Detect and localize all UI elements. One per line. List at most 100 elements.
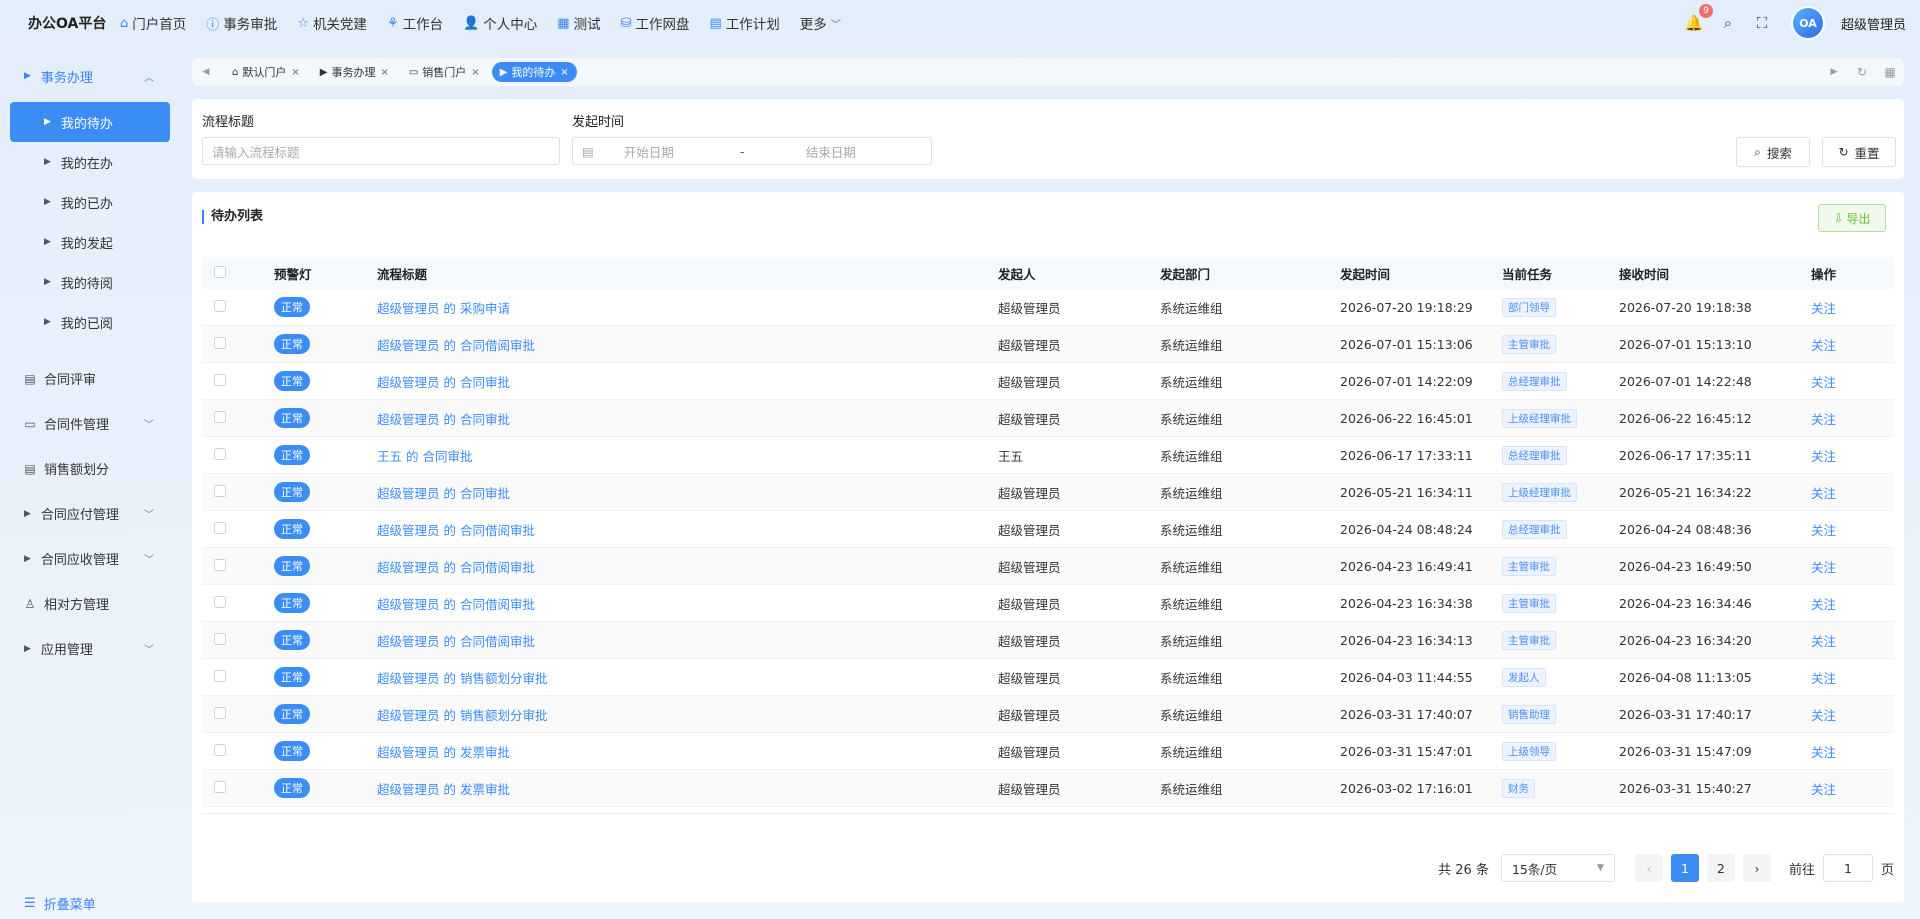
process-title-link[interactable]: 超级管理员 的 销售额划分审批 bbox=[377, 668, 998, 687]
sidebar-subitem[interactable]: ▶ 我的已阅 bbox=[0, 302, 180, 342]
process-title-link[interactable]: 超级管理员 的 合同审批 bbox=[377, 372, 998, 391]
table-row[interactable]: 正常 王五 的 合同审批 王五 系统运维组 2026-06-17 17:33:11 总经理… bbox=[202, 437, 1894, 474]
table-row[interactable]: 正常 超级管理员 的 销售额划分审批 超级管理员 系统运维组 2026-04-03 11… bbox=[202, 659, 1894, 696]
app-brand[interactable]: 办公OA平台 bbox=[28, 13, 120, 33]
process-title-link[interactable]: 超级管理员 的 合同借阅审批 bbox=[377, 557, 998, 576]
row-checkbox[interactable] bbox=[202, 373, 274, 389]
table-row[interactable]: 正常 超级管理员 的 合同审批 超级管理员 系统运维组 2026-05-21 16:34… bbox=[202, 474, 1894, 511]
goto-page-input[interactable]: 1 bbox=[1822, 854, 1873, 882]
table-row[interactable]: 正常 超级管理员 的 合同借阅审批 超级管理员 系统运维组 2026-04-23 16:… bbox=[202, 622, 1894, 659]
row-checkbox[interactable] bbox=[202, 706, 274, 722]
sidebar-subitem[interactable]: ▶ 我的在办 bbox=[0, 142, 180, 182]
process-title-link[interactable]: 王五 的 合同审批 bbox=[377, 446, 998, 465]
follow-link[interactable]: 关注 bbox=[1811, 483, 1871, 502]
date-range-picker[interactable]: ▤ 开始日期 - 结束日期 bbox=[572, 137, 932, 165]
process-title-link[interactable]: 超级管理员 的 采购申请 bbox=[377, 298, 998, 317]
sidebar-item[interactable]: ♙ 相对方管理 bbox=[0, 581, 180, 626]
table-row[interactable]: 正常 超级管理员 的 合同借阅审批 超级管理员 系统运维组 2026-04-24 08:… bbox=[202, 511, 1894, 548]
table-row[interactable]: 正常 超级管理员 的 销售额划分审批 超级管理员 系统运维组 2026-03-31 17… bbox=[202, 696, 1894, 733]
follow-link[interactable]: 关注 bbox=[1811, 335, 1871, 354]
process-title-link[interactable]: 超级管理员 的 发票审批 bbox=[377, 742, 998, 761]
follow-link[interactable]: 关注 bbox=[1811, 520, 1871, 539]
table-row[interactable]: 正常超级管理员 的 销售额划分审批超级管理员系统运维组关注 bbox=[202, 807, 1894, 813]
collapse-menu-button[interactable]: ☰ 折叠菜单 bbox=[24, 894, 96, 913]
topnav-item[interactable]: ⓘ 事务审批 bbox=[206, 13, 277, 33]
search-icon[interactable]: ⌕ bbox=[1717, 12, 1739, 34]
follow-link[interactable]: 关注 bbox=[1811, 779, 1871, 798]
close-icon[interactable]: × bbox=[380, 67, 388, 78]
bell-icon[interactable]: 🔔 9 bbox=[1683, 4, 1713, 34]
sidebar-item[interactable]: ▤ 合同评审 bbox=[0, 356, 180, 401]
row-checkbox[interactable] bbox=[202, 484, 274, 500]
table-row[interactable]: 正常 超级管理员 的 合同借阅审批 超级管理员 系统运维组 2026-04-23 16:… bbox=[202, 548, 1894, 585]
process-title-link[interactable]: 超级管理员 的 合同借阅审批 bbox=[377, 594, 998, 613]
topnav-item[interactable]: ⛁ 工作网盘 bbox=[621, 13, 690, 34]
sidebar-subitem[interactable]: ▶ 我的已办 bbox=[0, 182, 180, 222]
sidebar-subitem[interactable]: ▶ 我的待办 bbox=[10, 102, 170, 142]
grid-icon[interactable]: ▦ bbox=[1876, 58, 1904, 86]
tab-scroll-left-icon[interactable]: ◀ bbox=[192, 58, 220, 86]
row-checkbox[interactable] bbox=[202, 780, 274, 796]
follow-link[interactable]: 关注 bbox=[1811, 409, 1871, 428]
topnav-item[interactable]: 更多 ﹀ bbox=[800, 13, 841, 33]
sidebar-item[interactable]: ▤ 销售额划分 bbox=[0, 446, 180, 491]
prev-page-button[interactable]: ‹ bbox=[1634, 854, 1663, 882]
table-row[interactable]: 正常 超级管理员 的 合同借阅审批 超级管理员 系统运维组 2026-07-01 15:… bbox=[202, 326, 1894, 363]
tab-2[interactable]: ▶ 事务办理 × bbox=[312, 62, 397, 82]
row-checkbox[interactable] bbox=[202, 299, 274, 315]
table-row[interactable]: 正常 超级管理员 的 合同借阅审批 超级管理员 系统运维组 2026-04-23 16:… bbox=[202, 585, 1894, 622]
topnav-item[interactable]: ⚘ 工作台 bbox=[387, 13, 443, 34]
topnav-item[interactable]: ⌂ 门户首页 bbox=[120, 13, 186, 34]
process-title-link[interactable]: 超级管理员 的 合同审批 bbox=[377, 409, 998, 428]
topnav-item[interactable]: 👤 个人中心 bbox=[463, 13, 537, 34]
sidebar-item[interactable]: ▶ 合同应付管理 ﹀ bbox=[0, 491, 180, 536]
process-title-link[interactable]: 超级管理员 的 合同借阅审批 bbox=[377, 335, 998, 354]
topnav-item[interactable]: ☆ 机关党建 bbox=[297, 13, 367, 34]
follow-link[interactable]: 关注 bbox=[1811, 372, 1871, 391]
row-checkbox[interactable] bbox=[202, 595, 274, 611]
follow-link[interactable]: 关注 bbox=[1811, 594, 1871, 613]
reset-button[interactable]: ↻ 重置 bbox=[1822, 137, 1896, 167]
row-checkbox[interactable] bbox=[202, 558, 274, 574]
process-title-link[interactable]: 超级管理员 的 合同借阅审批 bbox=[377, 631, 998, 650]
sidebar-item[interactable]: ▭ 合同件管理 ﹀ bbox=[0, 401, 180, 446]
select-all-checkbox[interactable] bbox=[202, 265, 274, 281]
sidebar-group-affairs[interactable]: ▶ 事务办理 ︿ bbox=[0, 56, 180, 96]
table-row[interactable]: 正常 超级管理员 的 合同审批 超级管理员 系统运维组 2026-07-01 14:22… bbox=[202, 363, 1894, 400]
table-body[interactable]: 正常 超级管理员 的 采购申请 超级管理员 系统运维组 2026-07-20 19:18… bbox=[202, 289, 1894, 814]
topnav-item[interactable]: ▦ 测试 bbox=[557, 13, 600, 34]
sidebar-subitem[interactable]: ▶ 我的待阅 bbox=[0, 262, 180, 302]
export-button[interactable]: ⇩ 导出 bbox=[1818, 204, 1886, 232]
avatar[interactable]: OA bbox=[1790, 6, 1825, 40]
close-icon[interactable]: × bbox=[291, 67, 299, 78]
page-button[interactable]: 1 bbox=[1670, 854, 1699, 882]
process-title-link[interactable]: 超级管理员 的 合同借阅审批 bbox=[377, 520, 998, 539]
row-checkbox[interactable] bbox=[202, 743, 274, 759]
process-title-link[interactable]: 超级管理员 的 发票审批 bbox=[377, 779, 998, 798]
follow-link[interactable]: 关注 bbox=[1811, 668, 1871, 687]
tab-3[interactable]: ▭ 销售门户 × bbox=[401, 62, 488, 82]
row-checkbox[interactable] bbox=[202, 669, 274, 685]
table-row[interactable]: 正常 超级管理员 的 采购申请 超级管理员 系统运维组 2026-07-20 19:18… bbox=[202, 289, 1894, 326]
close-icon[interactable]: × bbox=[560, 67, 568, 78]
tab-scroll-right-icon[interactable]: ▶ bbox=[1820, 58, 1848, 86]
sidebar-item[interactable]: ▶ 合同应收管理 ﹀ bbox=[0, 536, 180, 581]
close-icon[interactable]: × bbox=[471, 67, 479, 78]
follow-link[interactable]: 关注 bbox=[1811, 557, 1871, 576]
table-row[interactable]: 正常 超级管理员 的 发票审批 超级管理员 系统运维组 2026-03-02 17:16… bbox=[202, 770, 1894, 807]
refresh-icon[interactable]: ↻ bbox=[1848, 58, 1876, 86]
title-search-input[interactable]: 请输入流程标题 bbox=[202, 137, 560, 165]
row-checkbox[interactable] bbox=[202, 632, 274, 648]
row-checkbox[interactable] bbox=[202, 336, 274, 352]
table-row[interactable]: 正常 超级管理员 的 合同审批 超级管理员 系统运维组 2026-06-22 16:45… bbox=[202, 400, 1894, 437]
search-button[interactable]: ⌕ 搜索 bbox=[1736, 137, 1810, 167]
user-name[interactable]: 超级管理员 bbox=[1841, 14, 1906, 33]
tab-4[interactable]: ▶ 我的待办 × bbox=[491, 62, 577, 82]
follow-link[interactable]: 关注 bbox=[1811, 742, 1871, 761]
fullscreen-icon[interactable]: ⛶ bbox=[1751, 12, 1773, 34]
row-checkbox[interactable] bbox=[202, 521, 274, 537]
follow-link[interactable]: 关注 bbox=[1811, 631, 1871, 650]
sidebar-subitem[interactable]: ▶ 我的发起 bbox=[0, 222, 180, 262]
follow-link[interactable]: 关注 bbox=[1811, 298, 1871, 317]
follow-link[interactable]: 关注 bbox=[1811, 705, 1871, 724]
